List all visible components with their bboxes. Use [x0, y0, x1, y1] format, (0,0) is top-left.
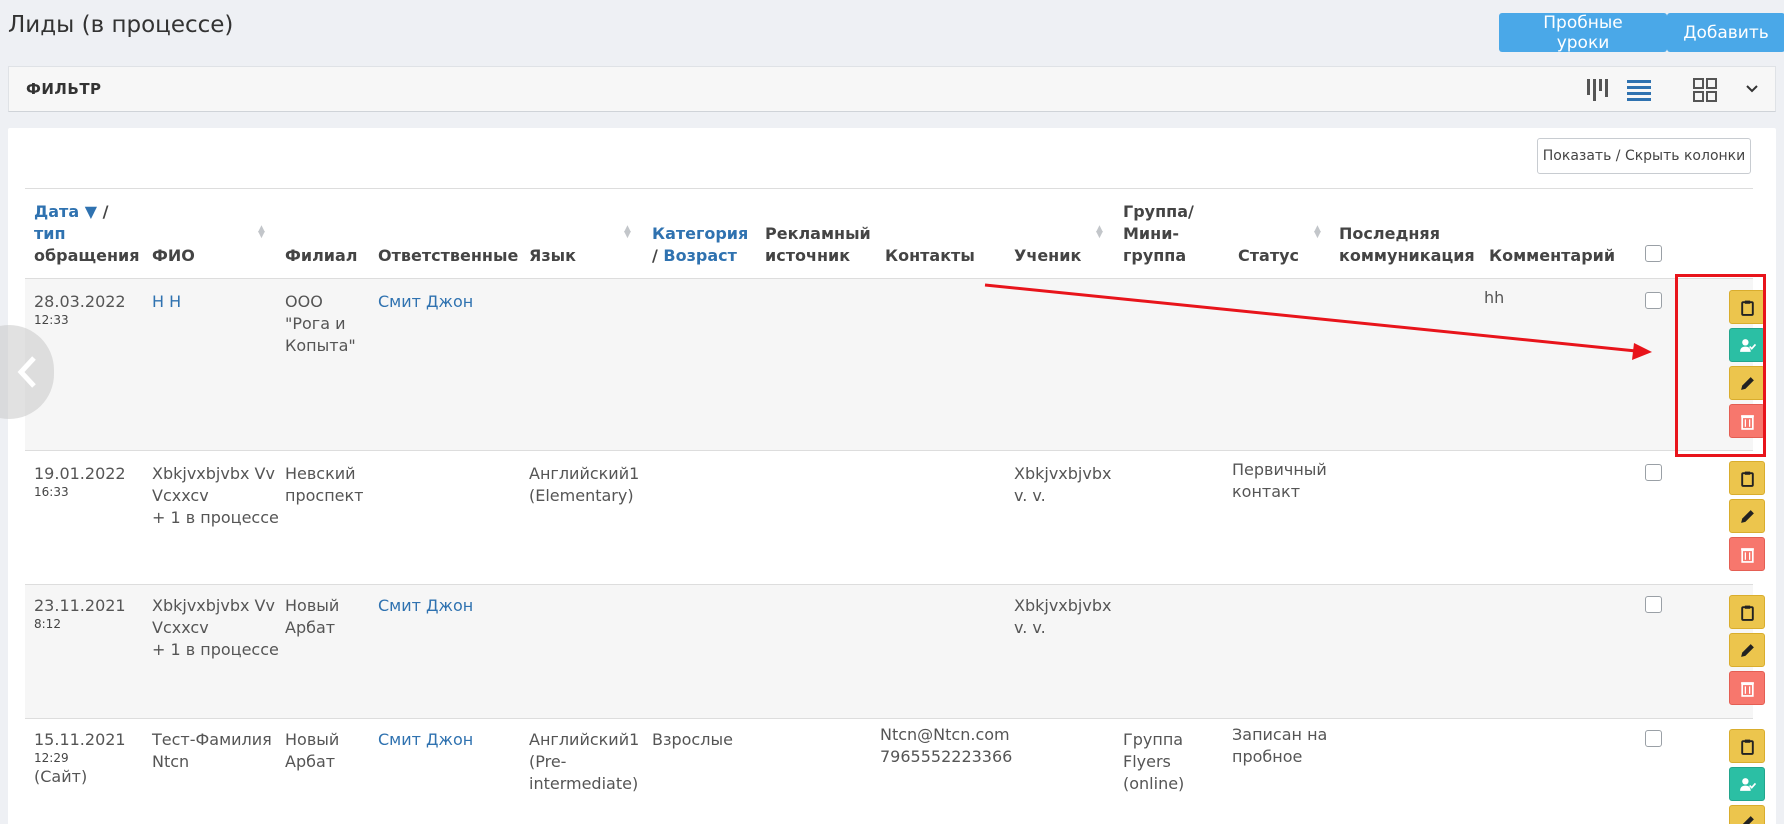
sort-icon[interactable]: ▲ ▼	[624, 225, 631, 240]
list-view-icon[interactable]	[1625, 76, 1653, 104]
leads-table: Дата ▼ / тип обращения ФИО ▲ ▼ Филиал Отв…	[25, 188, 1765, 824]
convert-to-student-button[interactable]	[1729, 767, 1765, 801]
header-group[interactable]: Группа/ Мини- группа	[1123, 201, 1194, 267]
select-all-checkbox[interactable]	[1645, 245, 1662, 262]
row-checkbox[interactable]	[1645, 464, 1662, 481]
cell-comment: hh	[1484, 288, 1505, 307]
cell-date: 28.03.2022 12:33	[34, 292, 126, 327]
grid-view-icon[interactable]	[1691, 76, 1719, 104]
copy-button[interactable]	[1729, 595, 1765, 629]
table-row[interactable]: 28.03.2022 12:33 Н Н ООО "Рога и Копыта" См…	[25, 279, 1765, 451]
cell-category: Взрослые	[652, 730, 733, 749]
kanban-view-icon[interactable]	[1584, 76, 1612, 104]
add-button[interactable]: Добавить	[1667, 13, 1784, 52]
edit-button[interactable]	[1729, 499, 1765, 533]
cell-language: Английский1 (Pre-intermediate)	[529, 730, 640, 793]
row-checkbox[interactable]	[1645, 292, 1662, 309]
copy-button[interactable]	[1729, 729, 1765, 763]
header-branch[interactable]: Филиал	[285, 245, 358, 267]
trash-icon	[1740, 681, 1754, 697]
annotation-highlight-box	[1675, 274, 1766, 457]
edit-button[interactable]	[1729, 633, 1765, 667]
header-ad-source[interactable]: Рекламный источник	[765, 223, 871, 267]
header-student[interactable]: Ученик	[1014, 245, 1081, 267]
header-contacts[interactable]: Контакты	[885, 245, 975, 267]
header-comment[interactable]: Комментарий	[1489, 245, 1615, 267]
cell-student[interactable]: Xbkjvxbjvbx v. v.	[1014, 463, 1111, 507]
cell-status: Первичный контакт	[1232, 460, 1327, 501]
table-row[interactable]: 15.11.2021 12:29 (Сайт) Тест-Фамилия Ntcn Н…	[25, 719, 1765, 824]
toggle-columns-button[interactable]: Показать / Скрыть колонки	[1537, 138, 1751, 174]
cell-contacts: Ntcn@Ntcn.com 7965552223366	[880, 725, 1013, 766]
cell-fio[interactable]: Xbkjvxbjvbx Vv Vcxxcv + 1 в процессе	[152, 595, 279, 661]
cell-fio[interactable]: Тест-Фамилия Ntcn	[152, 729, 272, 773]
filter-label: ФИЛЬТР	[26, 80, 102, 98]
header-responsible[interactable]: Ответственные	[378, 245, 518, 267]
copy-button[interactable]	[1729, 461, 1765, 495]
cell-date: 15.11.2021 12:29 (Сайт)	[34, 730, 126, 786]
chevron-down-icon[interactable]	[1742, 79, 1762, 99]
table-row[interactable]: 23.11.2021 8:12 Xbkjvxbjvbx Vv Vcxxcv + 1 в…	[25, 585, 1765, 719]
header-status[interactable]: Статус	[1238, 245, 1299, 267]
header-date[interactable]: Дата ▼ / тип обращения	[34, 201, 140, 267]
filter-bar[interactable]: ФИЛЬТР	[8, 66, 1776, 112]
header-fio[interactable]: ФИО	[152, 245, 195, 267]
pencil-icon	[1741, 815, 1754, 824]
table-row[interactable]: 19.01.2022 16:33 Xbkjvxbjvbx Vv Vcxxcv + 1 …	[25, 451, 1765, 585]
cell-student[interactable]: Xbkjvxbjvbx v. v.	[1014, 595, 1111, 639]
sort-icon[interactable]: ▲ ▼	[1096, 225, 1103, 240]
cell-responsible[interactable]: Смит Джон	[378, 595, 473, 617]
delete-button[interactable]	[1729, 671, 1765, 705]
clipboard-icon	[1740, 471, 1754, 487]
trash-icon	[1740, 547, 1754, 563]
cell-fio[interactable]: Н Н	[152, 291, 181, 313]
header-last-communication[interactable]: Последняя коммуникация	[1339, 223, 1475, 267]
table-header: Дата ▼ / тип обращения ФИО ▲ ▼ Филиал Отв…	[25, 188, 1753, 279]
header-language[interactable]: Язык	[529, 245, 576, 267]
cell-language: Английский1 (Elementary)	[529, 464, 640, 505]
cell-date: 19.01.2022 16:33	[34, 464, 126, 499]
user-check-icon	[1739, 777, 1756, 791]
header-category[interactable]: Категория / Возраст	[652, 223, 748, 267]
chevron-left-icon	[17, 356, 36, 388]
cell-status: Записан на пробное	[1232, 725, 1328, 766]
cell-branch[interactable]: Новый Арбат	[285, 729, 339, 773]
cell-responsible[interactable]: Смит Джон	[378, 291, 473, 313]
clipboard-icon	[1740, 605, 1754, 621]
pencil-icon	[1740, 643, 1754, 657]
cell-branch[interactable]: ООО "Рога и Копыта"	[285, 291, 356, 357]
trial-lessons-button[interactable]: Пробные уроки	[1499, 13, 1667, 53]
pencil-icon	[1740, 509, 1754, 523]
sort-icon[interactable]: ▲ ▼	[1314, 225, 1321, 240]
sort-icon[interactable]: ▲ ▼	[258, 225, 265, 240]
page-title: Лиды (в процессе)	[8, 12, 234, 38]
cell-branch[interactable]: Невский проспект	[285, 463, 364, 507]
row-checkbox[interactable]	[1645, 730, 1662, 747]
edit-button[interactable]	[1729, 805, 1765, 824]
row-checkbox[interactable]	[1645, 596, 1662, 613]
clipboard-icon	[1740, 739, 1754, 755]
cell-responsible[interactable]: Смит Джон	[378, 729, 473, 751]
cell-date: 23.11.2021 8:12	[34, 596, 126, 631]
cell-fio[interactable]: Xbkjvxbjvbx Vv Vcxxcv + 1 в процессе	[152, 463, 279, 529]
delete-button[interactable]	[1729, 537, 1765, 571]
cell-group[interactable]: Группа Flyers (online)	[1123, 729, 1184, 795]
cell-branch[interactable]: Новый Арбат	[285, 595, 339, 639]
